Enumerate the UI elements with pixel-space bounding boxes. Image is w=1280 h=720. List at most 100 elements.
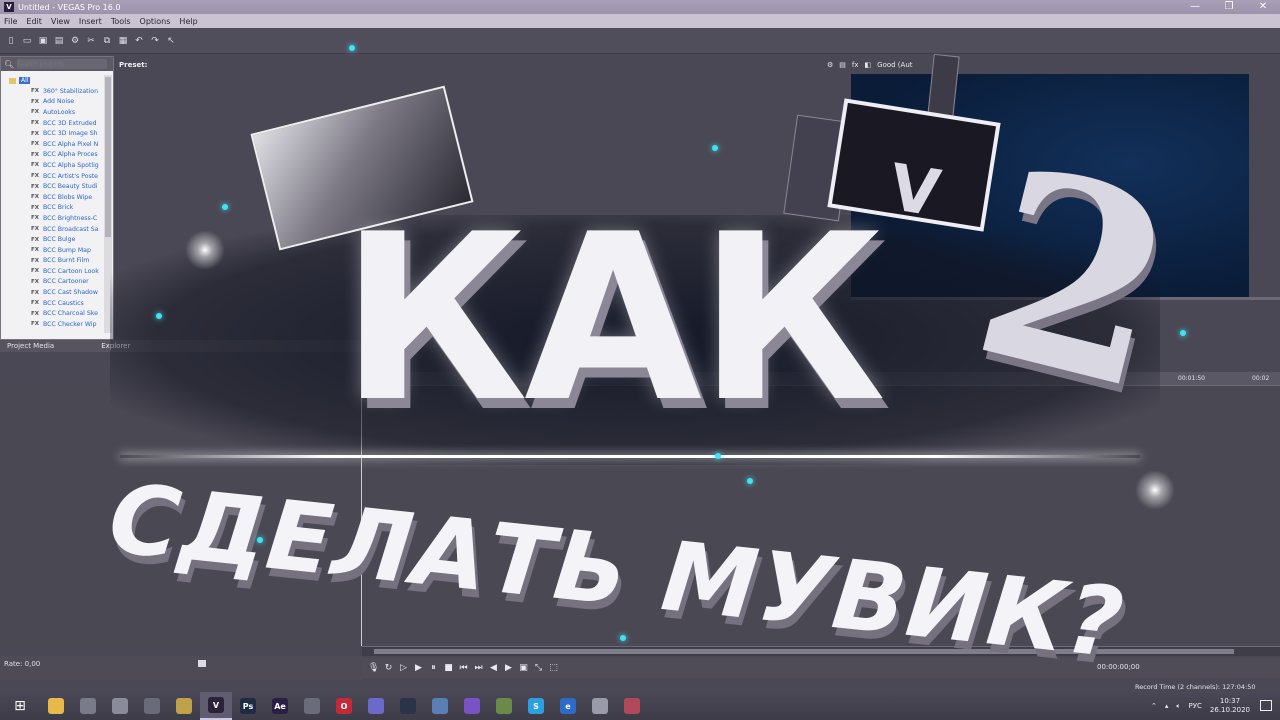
redo-icon[interactable]: ↷ — [149, 35, 161, 47]
plugin-scrollbar[interactable] — [104, 75, 112, 333]
clock[interactable]: 10:37 26.10.2020 — [1210, 697, 1250, 715]
plugin-list-item[interactable]: FX BCC Caustics — [1, 298, 105, 309]
normal-edit-tool-icon[interactable]: ▣ — [518, 663, 529, 674]
taskbar-after-effects[interactable]: Ae — [264, 692, 296, 720]
taskbar-bandicam[interactable] — [168, 692, 200, 720]
save-icon[interactable]: ▣ — [37, 35, 49, 47]
plugin-list-item[interactable]: FX BCC Cast Shadow — [1, 287, 105, 298]
taskbar-edge[interactable]: e — [552, 692, 584, 720]
go-to-end-icon[interactable]: ⏭ — [473, 663, 484, 674]
plugin-list-item[interactable]: FX BCC Bulge — [1, 234, 105, 245]
minimize-button[interactable]: — — [1178, 0, 1212, 14]
menu-options[interactable]: Options — [140, 17, 171, 26]
timeline-ruler[interactable]: 00:01:50 00:02 — [362, 372, 1280, 386]
taskbar-file-explorer[interactable] — [40, 692, 72, 720]
taskbar-skype[interactable]: S — [520, 692, 552, 720]
plugin-tree-root[interactable]: All — [1, 75, 105, 86]
rate-slider-knob[interactable] — [198, 660, 206, 667]
taskbar-viber[interactable] — [456, 692, 488, 720]
taskbar-browser[interactable] — [136, 692, 168, 720]
open-folder-icon[interactable]: ▭ — [21, 35, 33, 47]
stop-icon[interactable]: ■ — [443, 663, 454, 674]
taskbar-snip-tool[interactable] — [616, 692, 648, 720]
menu-tools[interactable]: Tools — [111, 17, 131, 26]
play-from-start-icon[interactable]: ▷ — [398, 663, 409, 674]
scrollbar-thumb[interactable] — [374, 649, 1234, 654]
selection-tool-icon[interactable]: ⬚ — [548, 663, 559, 674]
properties-gear-icon[interactable]: ⚙ — [69, 35, 81, 47]
taskbar-minecraft[interactable] — [488, 692, 520, 720]
menu-edit[interactable]: Edit — [26, 17, 42, 26]
plugin-list-item[interactable]: FX BCC Artist's Poste — [1, 171, 105, 182]
plugin-list-item[interactable]: FX BCC Burnt Film — [1, 256, 105, 267]
maximize-button[interactable]: ❐ — [1212, 0, 1246, 14]
menu-help[interactable]: Help — [179, 17, 197, 26]
taskbar-discord[interactable] — [360, 692, 392, 720]
next-frame-icon[interactable]: ▶ — [503, 663, 514, 674]
preview-quality-select[interactable]: Good (Aut — [877, 61, 912, 69]
language-indicator[interactable]: РУС — [1189, 702, 1202, 710]
copy-icon[interactable]: ⧉ — [101, 35, 113, 47]
undo-icon[interactable]: ↶ — [133, 35, 145, 47]
plugin-list-item[interactable]: FX BCC Alpha Proces — [1, 150, 105, 161]
split-screen-icon[interactable]: ◧ — [865, 61, 872, 69]
preview-divider[interactable] — [851, 297, 1280, 300]
envelope-tool-icon[interactable]: ⤡ — [533, 663, 544, 674]
plugin-list-item[interactable]: FX BCC Beauty Studi — [1, 181, 105, 192]
tab-explorer[interactable]: Explorer — [101, 342, 130, 350]
menu-insert[interactable]: Insert — [79, 17, 102, 26]
plugin-list-item[interactable]: FX 360° Stabilization — [1, 86, 105, 97]
scrollbar-thumb[interactable] — [105, 77, 111, 237]
plugin-list-item[interactable]: FX BCC Brick — [1, 203, 105, 214]
taskbar-discord-app[interactable] — [296, 692, 328, 720]
network-icon[interactable]: ▴ — [1165, 702, 1169, 710]
taskbar-photoshop[interactable]: Ps — [232, 692, 264, 720]
plugin-list-item[interactable]: FX BCC Cartooner — [1, 277, 105, 288]
plugin-list-item[interactable]: FX BCC Blobs Wipe — [1, 192, 105, 203]
taskbar-vk[interactable] — [424, 692, 456, 720]
render-icon[interactable]: ▤ — [53, 35, 65, 47]
tray-chevron-icon[interactable]: ⌃ — [1151, 702, 1157, 710]
go-to-start-icon[interactable]: ⏮ — [458, 663, 469, 674]
loop-icon[interactable]: ↻ — [383, 663, 394, 674]
play-icon[interactable]: ▶ — [413, 663, 424, 674]
pause-icon[interactable]: ⏸ — [428, 663, 439, 674]
cut-icon[interactable]: ✂ — [85, 35, 97, 47]
plugin-list-item[interactable]: FX BCC Cartoon Look — [1, 266, 105, 277]
paste-icon[interactable]: ▦ — [117, 35, 129, 47]
plugin-list-item[interactable]: FX BCC 3D Image Sh — [1, 128, 105, 139]
taskbar-media-player[interactable] — [584, 692, 616, 720]
timeline-area[interactable] — [0, 386, 1280, 644]
taskbar-opera[interactable]: O — [328, 692, 360, 720]
record-icon[interactable]: 🎙︎ — [368, 663, 379, 674]
project-properties-icon[interactable]: ▤ — [839, 61, 846, 69]
plugin-list-item[interactable]: FX BCC Alpha Spotlig — [1, 160, 105, 171]
windows-start-icon[interactable]: ⊞ — [0, 692, 40, 720]
timeline-scrollbar[interactable] — [362, 646, 1280, 656]
preview-settings-gear-icon[interactable]: ⚙ — [827, 61, 833, 69]
plugin-list-item[interactable]: FX Add Noise — [1, 97, 105, 108]
menu-file[interactable]: File — [4, 17, 17, 26]
plugin-list-item[interactable]: FX BCC Bump Map — [1, 245, 105, 256]
menu-view[interactable]: View — [51, 17, 70, 26]
plugin-search-input[interactable] — [17, 59, 108, 69]
plugin-list-item[interactable]: FX BCC Checker Wip — [1, 319, 105, 330]
speaker-icon[interactable]: 🔈︎ — [1176, 702, 1180, 711]
close-button[interactable]: ✕ — [1246, 0, 1280, 14]
plugin-list-item[interactable]: FX BCC 3D Extruded — [1, 118, 105, 129]
video-fx-icon[interactable]: fx — [852, 61, 859, 69]
plugin-list-item[interactable]: FX BCC Alpha Pixel N — [1, 139, 105, 150]
plugin-list-item[interactable]: FX BCC Charcoal Ske — [1, 308, 105, 319]
help-pointer-icon[interactable]: ↖ — [165, 35, 177, 47]
tab-project-media[interactable]: Project Media — [7, 342, 54, 350]
taskbar-store[interactable] — [72, 692, 104, 720]
taskbar-steam[interactable] — [392, 692, 424, 720]
plugin-list-item[interactable]: FX BCC Brightness-C — [1, 213, 105, 224]
new-file-icon[interactable]: ▯ — [5, 35, 17, 47]
taskbar-vegas[interactable]: V — [200, 692, 232, 720]
plugin-list-item[interactable]: FX BCC Broadcast Sa — [1, 224, 105, 235]
taskbar-mail[interactable] — [104, 692, 136, 720]
plugin-list-item[interactable]: FX AutoLooks — [1, 107, 105, 118]
previous-frame-icon[interactable]: ◀ — [488, 663, 499, 674]
playhead-cursor[interactable] — [361, 386, 362, 646]
